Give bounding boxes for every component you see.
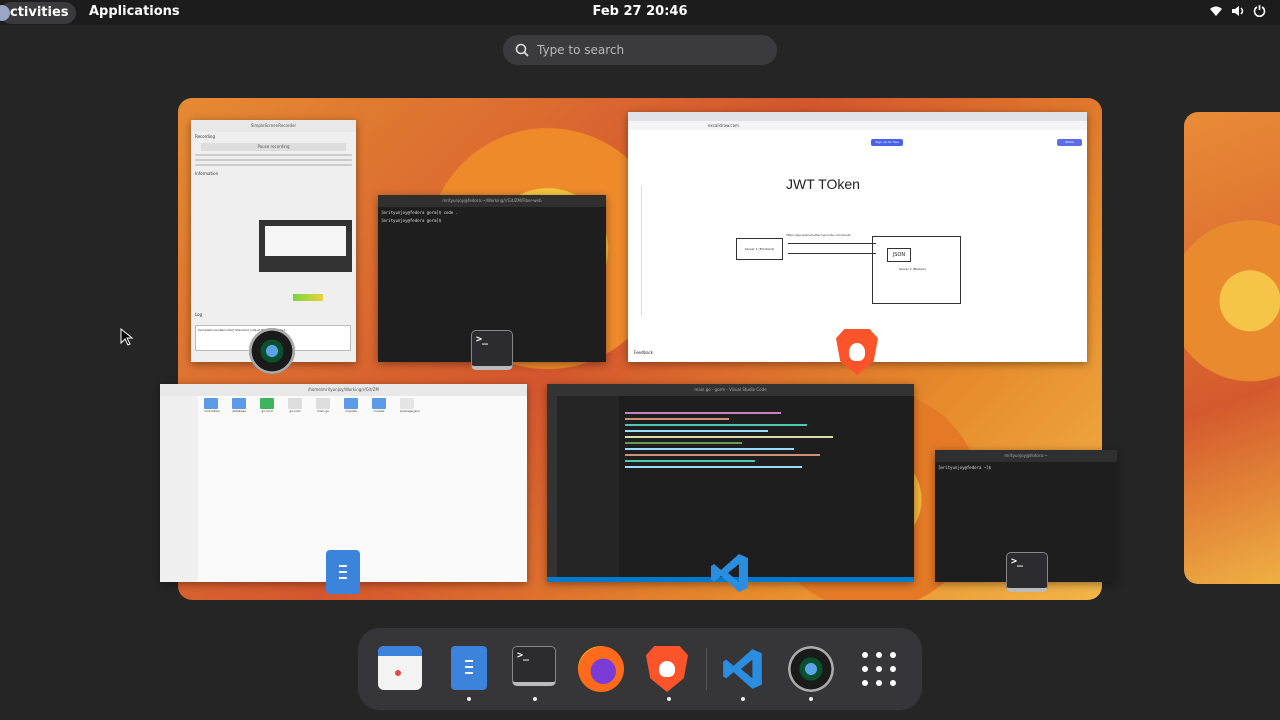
- pause-recording-button[interactable]: Pause recording: [201, 143, 346, 151]
- terminal-line: [mrityunjoy@fedora gorm]$: [381, 218, 442, 223]
- activities-button[interactable]: ctivities: [0, 2, 76, 24]
- diagram-box-backend[interactable]: JSON Server 2 (Backen): [872, 236, 961, 304]
- running-indicator: [809, 697, 813, 701]
- volume-icon[interactable]: [1231, 5, 1245, 17]
- search-input[interactable]: [537, 40, 767, 60]
- share-button[interactable]: Share: [1057, 139, 1082, 146]
- files-sidebar[interactable]: [160, 396, 198, 582]
- file-item[interactable]: package.json: [400, 398, 420, 413]
- calendar-icon: [378, 646, 422, 690]
- section-information: Information: [195, 171, 219, 176]
- search-icon: [515, 43, 529, 57]
- file-item[interactable]: go.sum: [288, 398, 302, 413]
- diagram-arrow-label: https://jsonplaceholder.typicode.com/pos…: [786, 233, 851, 237]
- terminal-icon: >_: [1006, 552, 1048, 592]
- files-icon: [451, 646, 487, 690]
- system-tray[interactable]: [1209, 4, 1266, 17]
- folder-item[interactable]: database: [232, 398, 246, 413]
- dash-separator: [706, 648, 707, 690]
- feedback-link[interactable]: Feedback: [634, 350, 653, 355]
- file-grid[interactable]: controllers database go.mod go.sum main.…: [204, 398, 420, 413]
- running-indicator: [667, 697, 671, 701]
- terminal-icon: >_: [471, 330, 513, 370]
- file-item[interactable]: go.mod: [260, 398, 274, 413]
- camera-icon: [788, 646, 834, 692]
- vscode-explorer[interactable]: [557, 396, 619, 582]
- browser-tabs[interactable]: [628, 112, 1087, 121]
- workspace-thumbnail-next[interactable]: [1184, 112, 1280, 584]
- running-indicator: [467, 697, 471, 701]
- dash-item-brave[interactable]: [646, 646, 692, 701]
- diagram-arrow: [788, 243, 876, 244]
- wifi-icon[interactable]: [1209, 5, 1223, 17]
- window-title: /home/mrityunjoy/Working/r/Git/ZM: [160, 384, 527, 396]
- dash-item-firefox[interactable]: [578, 646, 624, 692]
- show-apps-icon: [856, 646, 902, 692]
- file-item[interactable]: main.go: [316, 398, 330, 413]
- search-bar[interactable]: [503, 35, 777, 65]
- clock[interactable]: Feb 27 20:46: [560, 4, 720, 19]
- top-bar: ctivities Applications Feb 27 20:46: [0, 0, 1280, 25]
- activities-label: ctivities: [10, 5, 69, 20]
- folder-item[interactable]: models: [372, 398, 386, 413]
- diagram-caption: Server 2 (Backen): [899, 267, 926, 271]
- window-title: mrityunjoy@fedora:~: [935, 450, 1117, 462]
- section-recording: Recording: [195, 134, 216, 139]
- dash: >_: [358, 628, 922, 710]
- files-icon: [326, 550, 360, 594]
- diagram-box-json[interactable]: JSON: [887, 248, 911, 262]
- sign-up-button[interactable]: Sign up for free: [871, 139, 903, 146]
- board-title: JWT TOken: [786, 176, 860, 192]
- activities-indicator: [0, 5, 10, 21]
- window-title: SimpleScreenRecorder: [191, 120, 356, 132]
- terminal-icon: >_: [512, 646, 556, 686]
- dash-item-camera[interactable]: [788, 646, 834, 701]
- preview-thumbnail: [259, 220, 352, 272]
- power-icon[interactable]: [1253, 4, 1266, 17]
- audio-level-meter: [293, 294, 323, 301]
- mouse-cursor: [120, 328, 134, 346]
- applications-menu[interactable]: Applications: [89, 4, 180, 19]
- camera-icon: [249, 328, 295, 374]
- folder-item[interactable]: migrate: [344, 398, 358, 413]
- diagram-box-frontend[interactable]: Server 1 (Frontend): [736, 238, 783, 260]
- section-log: Log: [195, 312, 203, 317]
- running-indicator: [741, 697, 745, 701]
- vscode-icon: [723, 649, 762, 689]
- dash-item-vscode[interactable]: [720, 646, 766, 701]
- terminal-line: [mrityunjoy@fedora ~]$: [938, 465, 991, 470]
- firefox-icon: [578, 646, 624, 692]
- show-apps-button[interactable]: [856, 646, 902, 692]
- code-editor[interactable]: [625, 408, 885, 472]
- window-brave-excalidraw[interactable]: excalidraw.com Sign up for free Share JW…: [628, 112, 1087, 362]
- excalidraw-toolbar[interactable]: [628, 186, 642, 316]
- brave-icon: [646, 646, 688, 692]
- window-screen-recorder[interactable]: SimpleScreenRecorder Recording Pause rec…: [191, 120, 356, 362]
- vscode-activity-bar[interactable]: [547, 396, 557, 582]
- folder-item[interactable]: controllers: [204, 398, 220, 413]
- window-title: mrityunjoy@fedora:~/Working/r/Git/ZM/Fib…: [378, 195, 606, 207]
- address-bar[interactable]: excalidraw.com: [628, 121, 1087, 130]
- running-indicator: [533, 697, 537, 701]
- vscode-icon: [707, 551, 753, 595]
- dash-item-files[interactable]: [446, 646, 492, 701]
- window-title: main.go - gorm - Visual Studio Code: [547, 384, 914, 396]
- dash-item-terminal[interactable]: >_: [512, 646, 558, 701]
- dash-item-calendar[interactable]: [378, 646, 424, 692]
- terminal-line: [mrityunjoy@fedora gorm]$ code .: [381, 210, 459, 215]
- diagram-arrow-return: [788, 253, 876, 254]
